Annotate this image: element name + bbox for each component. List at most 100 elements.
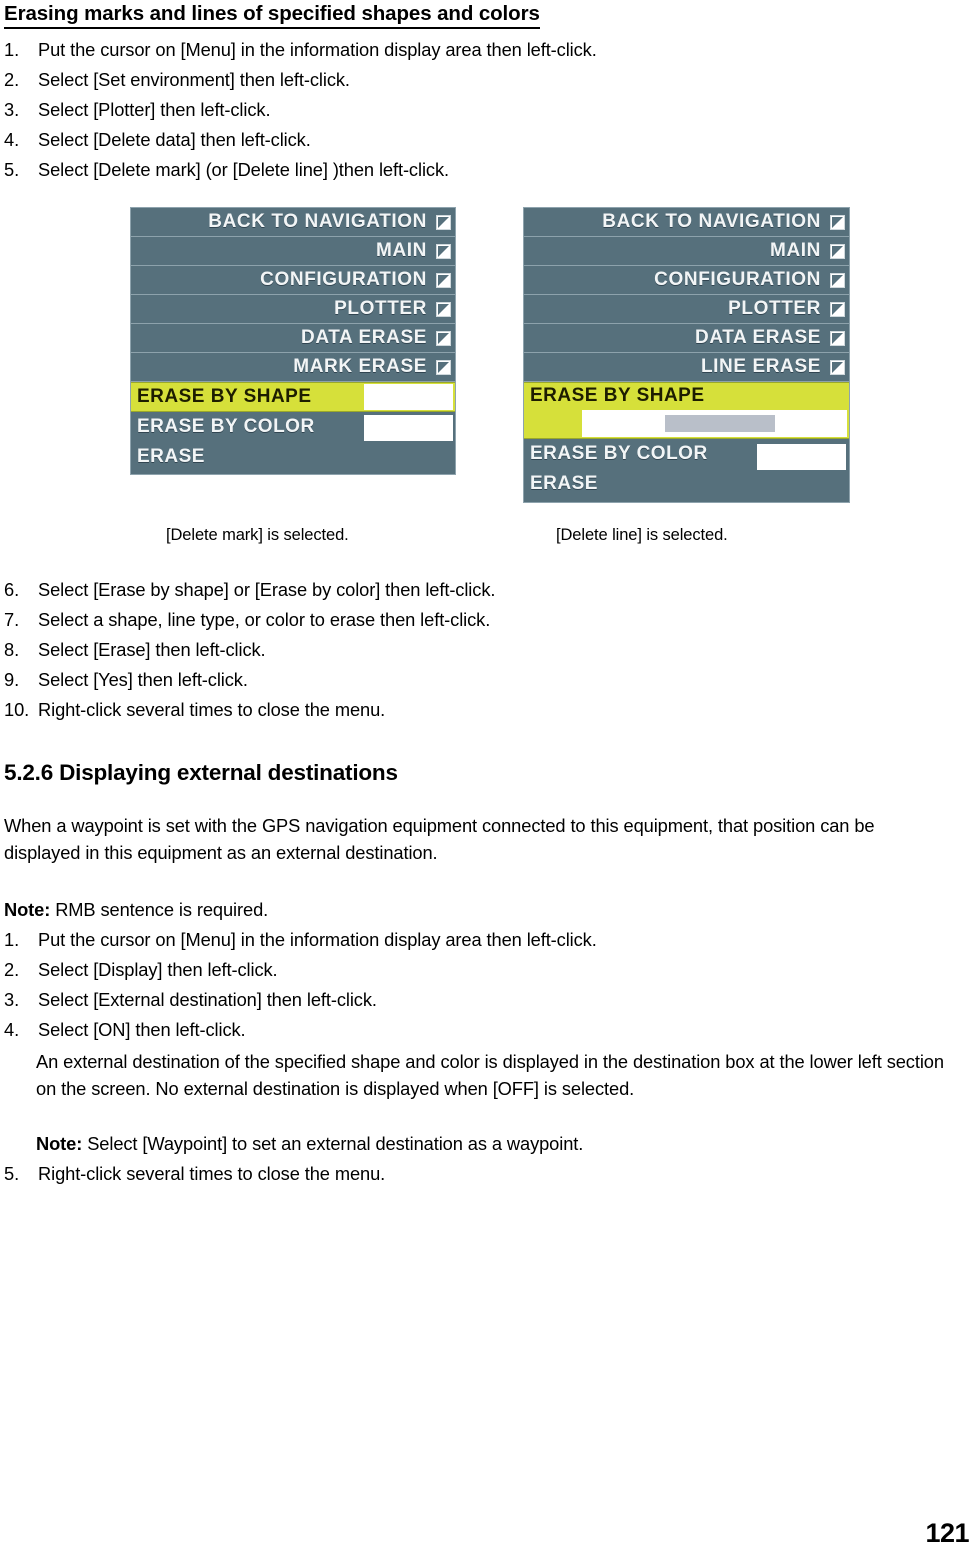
menu-row-configuration[interactable]: CONFIGURATION [524, 266, 849, 295]
menu-row-line-erase[interactable]: LINE ERASE [524, 353, 849, 382]
erase-by-shape-value-box[interactable] [364, 384, 453, 410]
menu-row-erase[interactable]: ERASE [524, 469, 849, 499]
step-text: Select [Set environment] then left-click… [38, 69, 350, 90]
submenu-arrow-icon [436, 301, 451, 317]
menu-row-data-erase[interactable]: DATA ERASE [131, 324, 455, 353]
menu-row-label: ERASE BY SHAPE [137, 386, 312, 407]
step-item-a1: 1. Put the cursor on [Menu] in the infor… [4, 38, 597, 62]
menu-row-label: MAIN [376, 240, 427, 261]
manual-page: Erasing marks and lines of specified sha… [0, 0, 975, 1556]
menu-row-label: CONFIGURATION [260, 269, 427, 290]
submenu-arrow-icon [830, 272, 845, 288]
menu-row-data-erase[interactable]: DATA ERASE [524, 324, 849, 353]
menu-row-back-to-navigation[interactable]: BACK TO NAVIGATION [524, 208, 849, 237]
step-item-b3: 3. Select [External destination] then le… [4, 988, 377, 1012]
menu-row-label: ERASE BY SHAPE [530, 385, 705, 406]
submenu-arrow-icon [830, 359, 845, 375]
step-number: 9. [4, 669, 20, 690]
step-text: Select [Delete mark] (or [Delete line] )… [38, 159, 449, 180]
menu-row-label: ERASE [137, 446, 205, 467]
menu-row-main[interactable]: MAIN [131, 237, 455, 266]
plotter-menu-mark-erase[interactable]: BACK TO NAVIGATION MAIN CONFIGURATION PL… [130, 207, 456, 475]
step-text: Select [Display] then left-click. [38, 959, 278, 980]
step-item-b5: 5. Right-click several times to close th… [4, 1162, 385, 1186]
erase-by-shape-line-type-value-box[interactable] [582, 410, 847, 437]
note-waypoint: Note: Select [Waypoint] to set an extern… [36, 1132, 583, 1156]
menu-row-main[interactable]: MAIN [524, 237, 849, 266]
line-type-sample-bar [665, 415, 775, 432]
step-number: 5. [4, 1163, 20, 1184]
step-text: Put the cursor on [Menu] in the informat… [38, 39, 597, 60]
section-heading-5-2-6: 5.2.6 Displaying external destinations [4, 760, 398, 785]
step-number: 1. [4, 39, 20, 60]
step-text: Select [ON] then left-click. [38, 1019, 246, 1040]
step-text: Select [Yes] then left-click. [38, 669, 248, 690]
note-label: Note: [4, 899, 51, 920]
step-item-b1: 1. Put the cursor on [Menu] in the infor… [4, 928, 597, 952]
submenu-arrow-icon [436, 214, 451, 230]
note-label: Note: [36, 1133, 83, 1154]
menu-row-erase[interactable]: ERASE [131, 442, 455, 472]
submenu-arrow-icon [830, 301, 845, 317]
menu-row-label: ERASE [530, 473, 598, 494]
menu-row-label: ERASE BY COLOR [530, 443, 708, 464]
menu-row-plotter[interactable]: PLOTTER [524, 295, 849, 324]
erase-by-color-value-box[interactable] [364, 415, 453, 441]
step-number: 10. [4, 699, 30, 720]
menu-row-label: PLOTTER [334, 298, 427, 319]
note-rmb-sentence: Note: RMB sentence is required. [4, 898, 268, 922]
step-number: 2. [4, 69, 20, 90]
step-item-a4: 4. Select [Delete data] then left-click. [4, 128, 311, 152]
menu-row-label: PLOTTER [728, 298, 821, 319]
step-number: 8. [4, 639, 20, 660]
erase-by-color-value-box[interactable] [757, 444, 846, 470]
step-number: 7. [4, 609, 20, 630]
step-text: Right-click several times to close the m… [38, 699, 386, 720]
step-number: 5. [4, 159, 20, 180]
step-item-a10: 10. Right-click several times to close t… [4, 698, 385, 722]
note-text: Select [Waypoint] to set an external des… [82, 1133, 584, 1154]
step-text: Select [Erase by shape] or [Erase by col… [38, 579, 496, 600]
step-text: Select [Delete data] then left-click. [38, 129, 311, 150]
menu-row-label: CONFIGURATION [654, 269, 821, 290]
step-number: 3. [4, 99, 20, 120]
plotter-menu-line-erase[interactable]: BACK TO NAVIGATION MAIN CONFIGURATION PL… [523, 207, 850, 503]
figure-caption-right: [Delete line] is selected. [556, 526, 728, 544]
menu-row-plotter[interactable]: PLOTTER [131, 295, 455, 324]
step-item-b4: 4. Select [ON] then left-click. [4, 1018, 246, 1042]
step4-detail-paragraph: An external destination of the specified… [36, 1051, 944, 1099]
step-text: Select [External destination] then left-… [38, 989, 377, 1010]
step-text: Put the cursor on [Menu] in the informat… [38, 929, 597, 950]
section-intro-paragraph: When a waypoint is set with the GPS navi… [4, 815, 875, 863]
step-item-a7: 7. Select a shape, line type, or color t… [4, 608, 490, 632]
step-number: 3. [4, 989, 20, 1010]
step-number: 1. [4, 929, 20, 950]
step-text: Right-click several times to close the m… [38, 1163, 386, 1184]
step-text: Select [Erase] then left-click. [38, 639, 266, 660]
menu-row-configuration[interactable]: CONFIGURATION [131, 266, 455, 295]
step-number: 6. [4, 579, 20, 600]
submenu-arrow-icon [830, 214, 845, 230]
menu-row-label: DATA ERASE [695, 327, 821, 348]
step-item-a3: 3. Select [Plotter] then left-click. [4, 98, 271, 122]
step-item-a8: 8. Select [Erase] then left-click. [4, 638, 266, 662]
submenu-arrow-icon [436, 330, 451, 346]
menu-row-mark-erase[interactable]: MARK ERASE [131, 353, 455, 382]
menu-row-label: DATA ERASE [301, 327, 427, 348]
submenu-arrow-icon [436, 359, 451, 375]
step-number: 4. [4, 129, 20, 150]
menu-row-label: MARK ERASE [293, 356, 427, 377]
menu-row-label: LINE ERASE [700, 356, 821, 377]
menu-row-label: ERASE BY COLOR [137, 416, 315, 437]
submenu-arrow-icon [830, 243, 845, 259]
step-text: Select [Plotter] then left-click. [38, 99, 271, 120]
menu-row-back-to-navigation[interactable]: BACK TO NAVIGATION [131, 208, 455, 237]
step-number: 2. [4, 959, 20, 980]
step-item-a9: 9. Select [Yes] then left-click. [4, 668, 248, 692]
step-item-b2: 2. Select [Display] then left-click. [4, 958, 278, 982]
submenu-arrow-icon [436, 243, 451, 259]
step-item-a6: 6. Select [Erase by shape] or [Erase by … [4, 578, 495, 602]
figure-caption-left: [Delete mark] is selected. [166, 526, 349, 544]
subsection-heading-erasing-marks: Erasing marks and lines of specified sha… [4, 2, 540, 29]
step-number: 4. [4, 1019, 20, 1040]
